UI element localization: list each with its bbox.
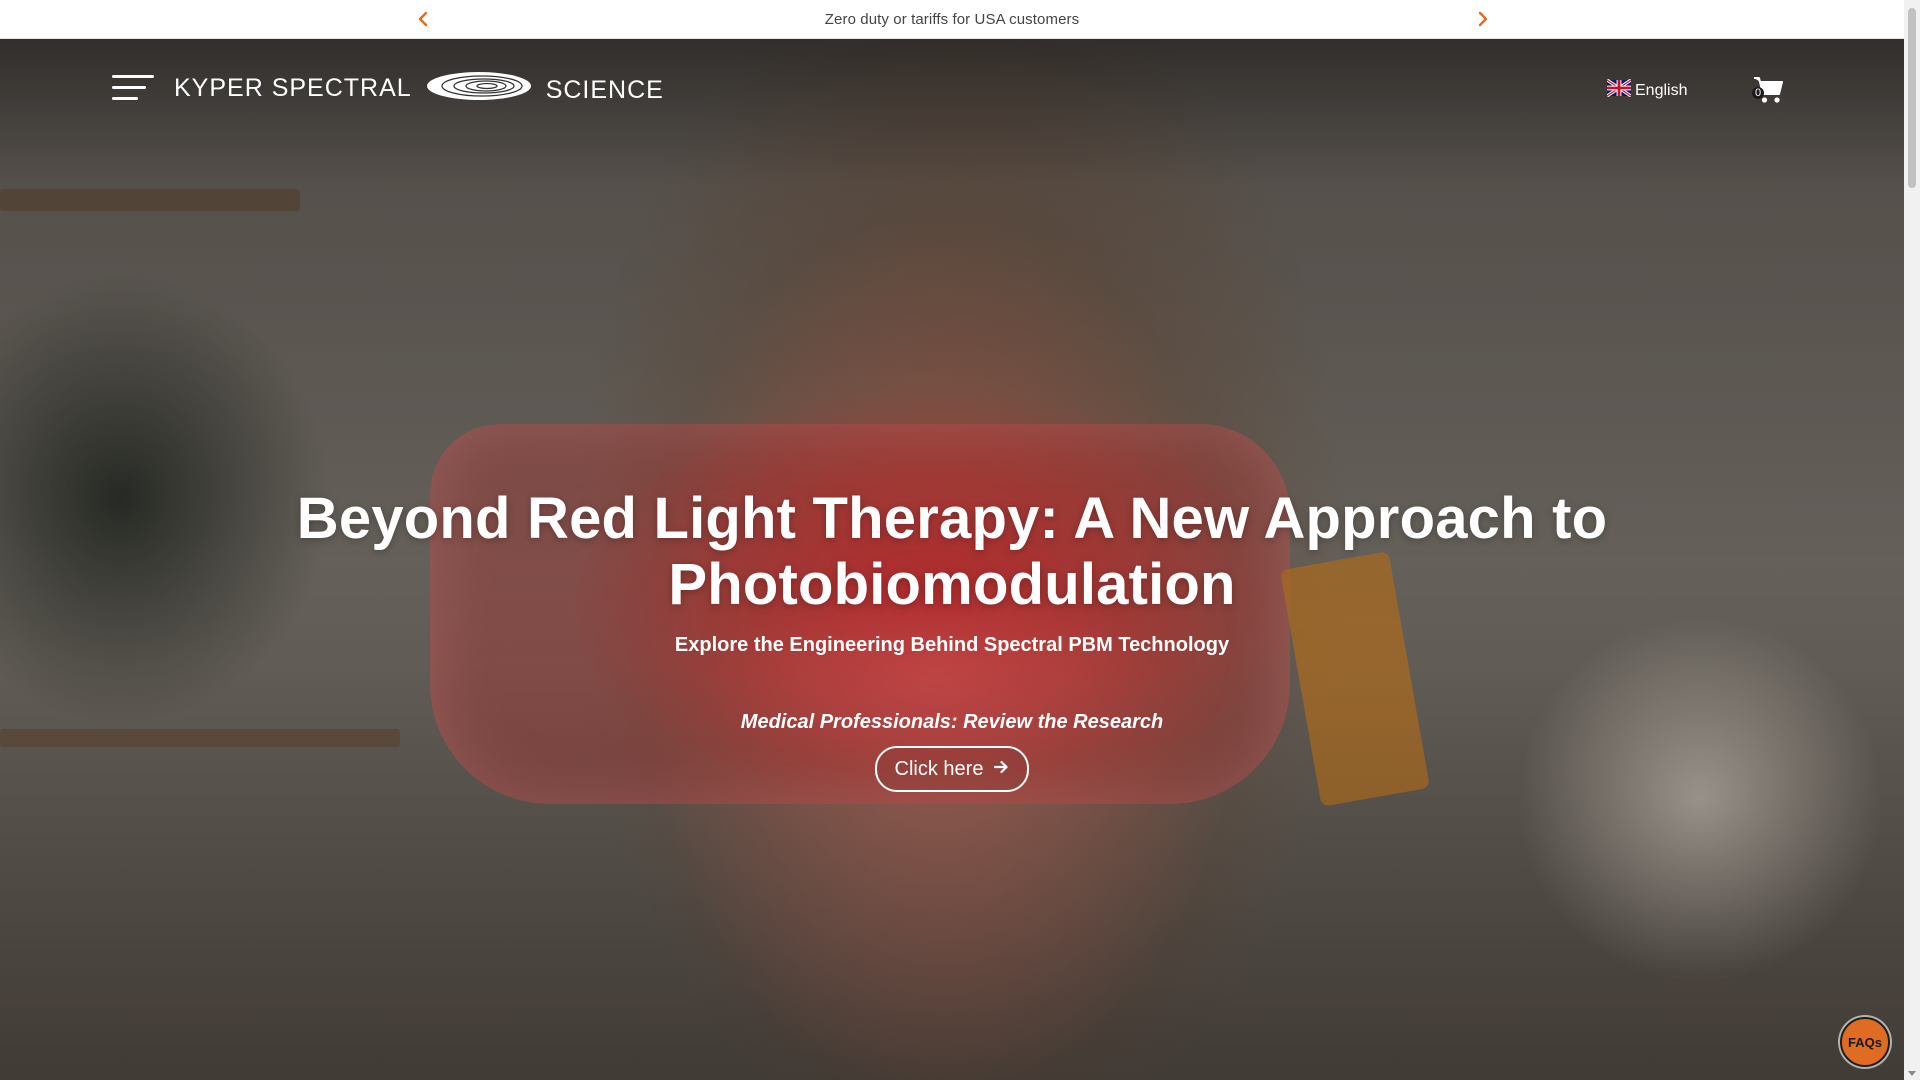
chevron-right-icon[interactable] [1472, 8, 1494, 30]
faq-label: FAQs [1848, 1034, 1882, 1050]
language-selector[interactable]: English [1606, 78, 1688, 102]
site-logo[interactable]: KYPER SPECTRAL SCIENCE [174, 63, 664, 113]
logo-swirl-icon [424, 69, 534, 108]
medical-professionals-text: Medical Professionals: Review the Resear… [740, 711, 1164, 733]
site-header: KYPER SPECTRAL SCIENCE English 0 [0, 39, 1904, 139]
language-label: English [1635, 81, 1688, 99]
faq-button[interactable]: FAQs [1840, 1017, 1890, 1067]
hamburger-menu-icon[interactable] [112, 75, 154, 105]
chevron-left-icon[interactable] [412, 8, 434, 30]
logo-text-left: KYPER SPECTRAL [174, 73, 412, 102]
uk-flag-icon [1606, 78, 1632, 102]
hero-title: Beyond Red Light Therapy: A New Approach… [296, 486, 1608, 617]
arrow-right-icon [993, 758, 1009, 781]
scrollbar-thumb[interactable] [1908, 8, 1916, 188]
hero-content: Beyond Red Light Therapy: A New Approach… [0, 486, 1904, 792]
shopping-cart-icon[interactable]: 0 [1752, 73, 1784, 107]
click-here-button[interactable]: Click here [874, 746, 1030, 792]
hero-subtitle: Explore the Engineering Behind Spectral … [674, 634, 1230, 656]
scroll-down-arrow-icon[interactable] [1908, 1071, 1916, 1076]
announcement-bar: Zero duty or tariffs for USA customers [0, 0, 1904, 39]
cart-count-badge: 0 [1752, 87, 1764, 99]
page-scrollbar[interactable] [1904, 0, 1920, 1080]
logo-text-right: SCIENCE [545, 75, 664, 104]
cta-label: Click here [894, 757, 984, 780]
announcement-text: Zero duty or tariffs for USA customers [824, 10, 1080, 28]
